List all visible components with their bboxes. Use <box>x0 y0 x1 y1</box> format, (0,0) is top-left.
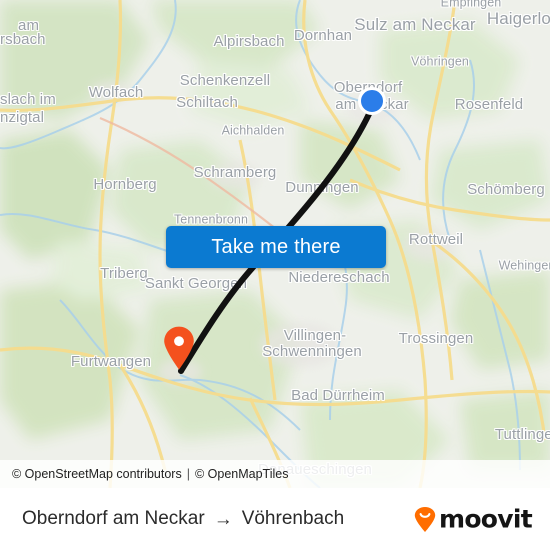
origin-marker[interactable] <box>358 87 386 115</box>
attribution-separator: | <box>186 467 190 481</box>
destination-marker-pin[interactable] <box>163 326 195 375</box>
moovit-logo[interactable]: moovit <box>414 504 533 534</box>
moovit-pin-icon <box>414 506 436 532</box>
trip-destination: Vöhrenbach <box>241 508 345 529</box>
map-attribution: © OpenStreetMap contributors | © OpenMap… <box>0 460 550 488</box>
take-me-there-button[interactable]: Take me there <box>166 226 386 268</box>
moovit-map-screenshot: am rsbach Alpirsbach Dornhan Sulz am Nec… <box>0 0 550 550</box>
footer-bar: Oberndorf am Neckar → Vöhrenbach moovit <box>0 488 550 550</box>
trip-title: Oberndorf am Neckar → Vöhrenbach <box>22 508 344 530</box>
map-viewport[interactable]: am rsbach Alpirsbach Dornhan Sulz am Nec… <box>0 0 550 488</box>
moovit-wordmark: moovit <box>438 504 533 534</box>
arrow-right-icon: → <box>213 508 233 530</box>
attribution-openmaptiles[interactable]: © OpenMapTiles <box>195 467 289 481</box>
trip-origin: Oberndorf am Neckar <box>22 508 205 529</box>
attribution-osm[interactable]: © OpenStreetMap contributors <box>12 467 182 481</box>
